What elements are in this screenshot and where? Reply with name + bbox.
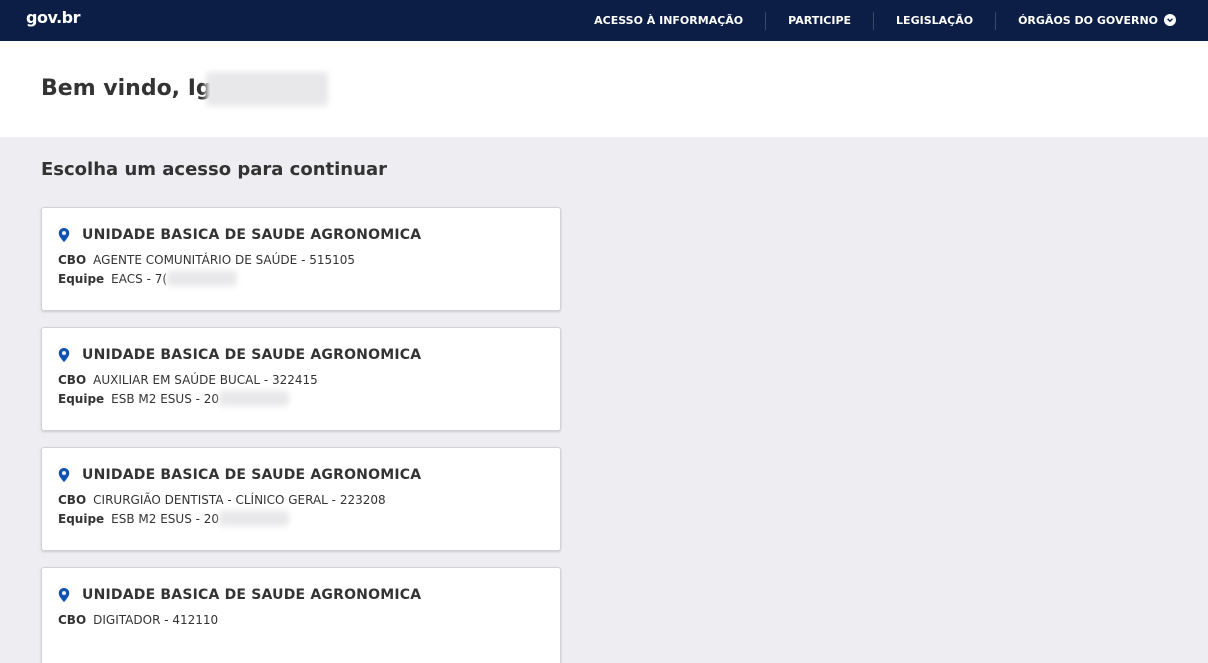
equipe-value: ESB M2 ESUS - 20	[111, 511, 220, 526]
access-card[interactable]: UNIDADE BASICA DE SAUDE AGRONOMICA CBO D…	[41, 567, 561, 663]
equipe-row: Equipe ESB M2 ESUS - 20	[58, 511, 544, 526]
equipe-row: Equipe ESB M2 ESUS - 20	[58, 391, 544, 406]
access-card[interactable]: UNIDADE BASICA DE SAUDE AGRONOMICA CBO C…	[41, 447, 561, 551]
card-header: UNIDADE BASICA DE SAUDE AGRONOMICA	[58, 587, 544, 603]
equipe-label: Equipe	[58, 511, 105, 526]
section-title: Escolha um acesso para continuar	[41, 159, 387, 180]
cbo-label: CBO	[58, 252, 87, 267]
redacted-value	[219, 511, 290, 526]
cbo-value: AGENTE COMUNITÁRIO DE SAÚDE - 515105	[93, 252, 356, 267]
nav-orgaos-governo-label: ÓRGÃOS DO GOVERNO	[1018, 14, 1158, 27]
redacted-value	[167, 271, 238, 286]
card-header: UNIDADE BASICA DE SAUDE AGRONOMICA	[58, 467, 544, 483]
govbr-logo[interactable]: gov.br	[26, 8, 81, 27]
cbo-row: CBO CIRURGIÃO DENTISTA - CLÍNICO GERAL -…	[58, 492, 544, 507]
cbo-value: CIRURGIÃO DENTISTA - CLÍNICO GERAL - 223…	[93, 492, 386, 507]
equipe-label: Equipe	[58, 391, 105, 406]
cbo-value: AUXILIAR EM SAÚDE BUCAL - 322415	[93, 372, 318, 387]
access-card[interactable]: UNIDADE BASICA DE SAUDE AGRONOMICA CBO A…	[41, 327, 561, 431]
card-title: UNIDADE BASICA DE SAUDE AGRONOMICA	[82, 227, 422, 243]
welcome-banner: Bem vindo, Ig	[0, 41, 1208, 137]
access-card[interactable]: UNIDADE BASICA DE SAUDE AGRONOMICA CBO A…	[41, 207, 561, 311]
equipe-value: EACS - 7(	[111, 271, 168, 286]
nav-participe[interactable]: PARTICIPE	[766, 12, 873, 30]
card-title: UNIDADE BASICA DE SAUDE AGRONOMICA	[82, 467, 422, 483]
cbo-row: CBO AGENTE COMUNITÁRIO DE SAÚDE - 515105	[58, 252, 544, 267]
equipe-value: ESB M2 ESUS - 20	[111, 391, 220, 406]
location-pin-icon	[58, 348, 70, 362]
top-bar: gov.br ACESSO À INFORMAÇÃO PARTICIPE LEG…	[0, 0, 1208, 41]
card-header: UNIDADE BASICA DE SAUDE AGRONOMICA	[58, 227, 544, 243]
location-pin-icon	[58, 468, 70, 482]
redacted-name	[205, 72, 328, 106]
nav-acesso-informacao[interactable]: ACESSO À INFORMAÇÃO	[572, 12, 765, 30]
nav-orgaos-governo[interactable]: ÓRGÃOS DO GOVERNO	[996, 12, 1176, 30]
top-nav: ACESSO À INFORMAÇÃO PARTICIPE LEGISLAÇÃO…	[572, 0, 1176, 41]
card-header: UNIDADE BASICA DE SAUDE AGRONOMICA	[58, 347, 544, 363]
welcome-heading: Bem vindo, Ig	[41, 72, 328, 106]
redacted-value	[219, 391, 290, 406]
card-title: UNIDADE BASICA DE SAUDE AGRONOMICA	[82, 587, 422, 603]
location-pin-icon	[58, 228, 70, 242]
cbo-value: DIGITADOR - 412110	[93, 612, 219, 627]
access-list: UNIDADE BASICA DE SAUDE AGRONOMICA CBO A…	[0, 207, 1208, 663]
nav-legislacao[interactable]: LEGISLAÇÃO	[874, 12, 995, 30]
equipe-label: Equipe	[58, 271, 105, 286]
cbo-label: CBO	[58, 372, 87, 387]
cbo-label: CBO	[58, 492, 87, 507]
chevron-down-icon	[1164, 13, 1176, 26]
cbo-row: CBO AUXILIAR EM SAÚDE BUCAL - 322415	[58, 372, 544, 387]
location-pin-icon	[58, 588, 70, 602]
cbo-row: CBO DIGITADOR - 412110	[58, 612, 544, 627]
welcome-text: Bem vindo, Ig	[41, 76, 212, 101]
card-title: UNIDADE BASICA DE SAUDE AGRONOMICA	[82, 347, 422, 363]
cbo-label: CBO	[58, 612, 87, 627]
equipe-row: Equipe EACS - 7(	[58, 271, 544, 286]
